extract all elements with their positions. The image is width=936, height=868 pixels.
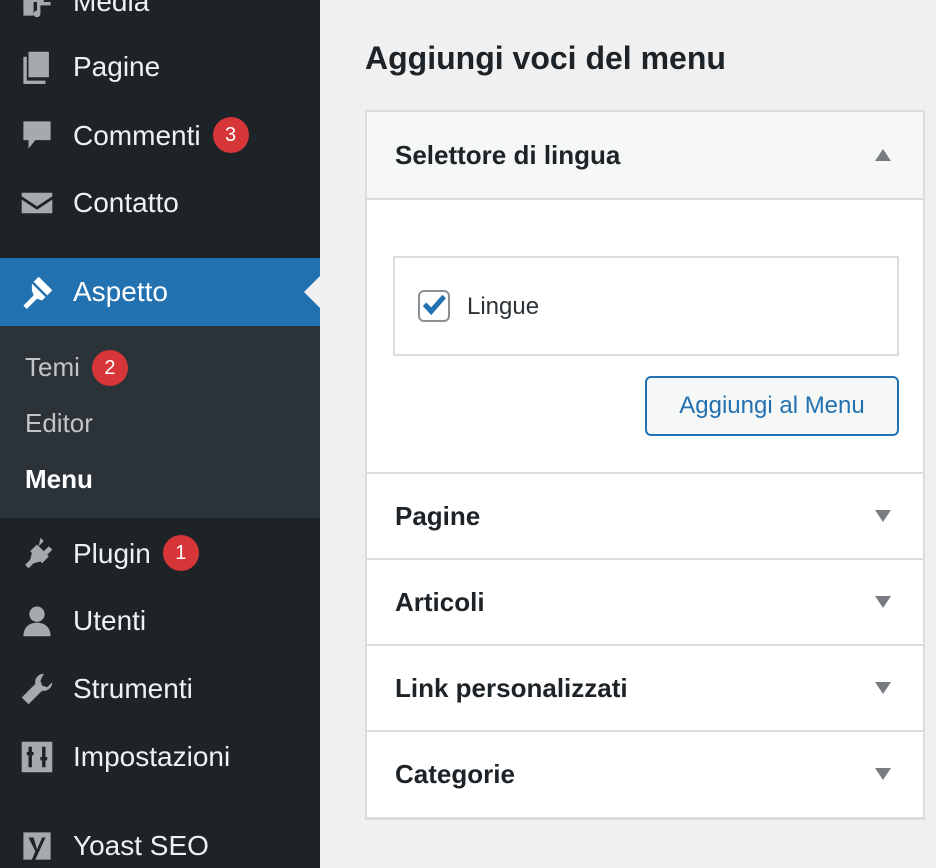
plugins-update-badge: 1 bbox=[162, 535, 199, 571]
pages-icon bbox=[20, 50, 54, 84]
menu-items-panel: Selettore di lingua Lingue Aggiungi al M… bbox=[365, 110, 925, 820]
accordion-title: Pagine bbox=[395, 500, 481, 531]
page-title: Aggiungi voci del menu bbox=[365, 40, 726, 76]
accordion-header-categorie[interactable]: Categorie bbox=[367, 732, 923, 816]
expand-arrow-icon[interactable] bbox=[875, 510, 891, 522]
submenu-item-editor[interactable]: Editor bbox=[25, 408, 93, 439]
settings-icon bbox=[20, 740, 54, 774]
language-checklist: Lingue bbox=[393, 256, 899, 356]
sidebar-item-strumenti[interactable]: Strumenti bbox=[0, 655, 320, 723]
checkmark-icon bbox=[422, 294, 446, 316]
mail-icon bbox=[20, 186, 54, 220]
themes-update-badge: 2 bbox=[91, 350, 128, 386]
add-to-menu-button[interactable]: Aggiungi al Menu bbox=[645, 376, 899, 436]
submenu-item-label: Temi bbox=[25, 352, 80, 382]
accordion-title: Link personalizzati bbox=[395, 672, 628, 703]
submenu-item-label: Editor bbox=[25, 408, 93, 438]
users-icon bbox=[20, 604, 54, 638]
expand-arrow-icon[interactable] bbox=[875, 596, 891, 608]
expand-arrow-icon[interactable] bbox=[875, 682, 891, 694]
yoast-icon bbox=[20, 829, 54, 863]
submenu-item-menu[interactable]: Menu bbox=[25, 464, 93, 495]
sidebar-item-utenti[interactable]: Utenti bbox=[0, 587, 320, 655]
collapse-arrow-icon[interactable] bbox=[875, 149, 891, 161]
submenu-item-temi[interactable]: Temi 2 bbox=[25, 350, 128, 386]
media-icon bbox=[20, 0, 54, 19]
sidebar-item-plugin[interactable]: Plugin 1 bbox=[0, 519, 320, 587]
accordion-header-articoli[interactable]: Articoli bbox=[367, 560, 923, 644]
comments-icon bbox=[20, 118, 54, 152]
accordion-title: Articoli bbox=[395, 586, 485, 617]
sidebar-item-label: Commenti bbox=[73, 120, 201, 151]
accordion-title: Categorie bbox=[395, 758, 515, 789]
sidebar-item-label: Strumenti bbox=[73, 673, 193, 704]
appearance-submenu: Temi 2 Editor Menu bbox=[0, 326, 320, 518]
sidebar-item-commenti[interactable]: Commenti 3 bbox=[0, 101, 320, 169]
expand-arrow-icon[interactable] bbox=[875, 768, 891, 780]
plugin-icon bbox=[20, 536, 54, 570]
sidebar-item-yoast[interactable]: Yoast SEO bbox=[0, 812, 320, 868]
lingue-checkbox[interactable] bbox=[418, 290, 450, 322]
accordion-header-pagine[interactable]: Pagine bbox=[367, 474, 923, 558]
active-indicator-arrow bbox=[304, 276, 320, 308]
accordion-header-language-switcher[interactable]: Selettore di lingua bbox=[367, 112, 923, 198]
sidebar-item-label: Pagine bbox=[73, 51, 161, 82]
sidebar-item-label: Contatto bbox=[73, 187, 179, 218]
sidebar-item-media[interactable]: Media bbox=[0, 0, 320, 36]
sidebar-item-impostazioni[interactable]: Impostazioni bbox=[0, 723, 320, 791]
appearance-icon bbox=[20, 275, 54, 309]
accordion-title: Selettore di lingua bbox=[395, 139, 621, 170]
submenu-item-label: Menu bbox=[25, 464, 93, 494]
sidebar-item-label: Aspetto bbox=[73, 276, 168, 307]
sidebar-item-label: Plugin bbox=[73, 538, 151, 569]
accordion-header-link-personalizzati[interactable]: Link personalizzati bbox=[367, 646, 923, 730]
sidebar-item-label: Utenti bbox=[73, 605, 147, 636]
sidebar-item-label: Yoast SEO bbox=[73, 830, 209, 861]
sidebar-item-contatto[interactable]: Contatto bbox=[0, 169, 320, 237]
comments-count-badge: 3 bbox=[212, 117, 249, 153]
divider bbox=[367, 198, 923, 200]
sidebar-item-label: Impostazioni bbox=[73, 741, 231, 772]
sidebar-item-pagine[interactable]: Pagine bbox=[0, 33, 320, 101]
admin-sidebar: Media Pagine Commenti 3 Contatto Aspetto … bbox=[0, 0, 320, 868]
tools-icon bbox=[20, 672, 54, 706]
sidebar-item-aspetto[interactable]: Aspetto bbox=[0, 258, 320, 326]
checkbox-label[interactable]: Lingue bbox=[467, 293, 539, 321]
sidebar-item-label: Media bbox=[73, 0, 150, 17]
